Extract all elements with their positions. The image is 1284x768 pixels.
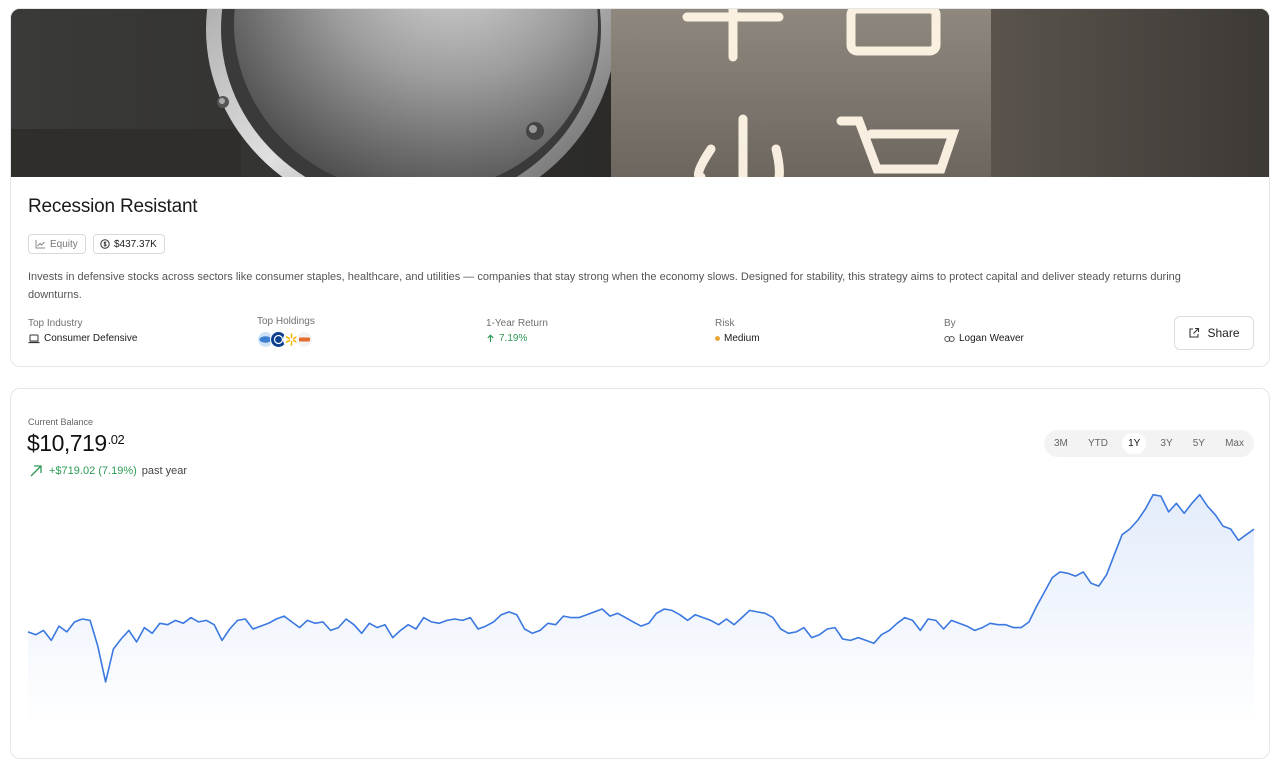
line-chart-icon: [35, 240, 45, 249]
balance-chart: [27, 493, 1255, 727]
current-balance-label: Current Balance: [28, 417, 94, 427]
one-year-return-value-row: 7.19%: [486, 333, 548, 344]
holdings-logos: [257, 331, 315, 348]
arrow-up-icon: [487, 334, 494, 342]
top-holdings: Top Holdings: [257, 316, 315, 348]
balance-dollars: $10,719: [27, 430, 107, 456]
balance-card: Current Balance $10,719 .02 +$719.02 (7.…: [10, 388, 1270, 759]
range-max[interactable]: Max: [1219, 433, 1250, 454]
brand-logo-icon: [299, 337, 310, 342]
balance-cents: .02: [107, 432, 125, 447]
risk-value-row: Medium: [715, 333, 760, 344]
holding-logo-4[interactable]: [296, 331, 313, 348]
trend-up-arrow-icon: [30, 465, 42, 477]
aum-tag: $437.37K: [93, 234, 165, 254]
author-value-row[interactable]: Logan Weaver: [944, 333, 1024, 344]
one-year-return: 1-Year Return 7.19%: [486, 318, 548, 344]
range-3y[interactable]: 3Y: [1154, 433, 1178, 454]
asset-class-label: Equity: [50, 238, 78, 250]
change-period: past year: [141, 465, 188, 477]
top-holdings-label: Top Holdings: [257, 316, 315, 327]
top-industry-label: Top Industry: [28, 318, 83, 329]
link-icon: [944, 335, 955, 342]
range-3m[interactable]: 3M: [1048, 433, 1074, 454]
shield-and-shopping-illustration: [11, 9, 1269, 177]
external-link-icon: [1189, 327, 1200, 338]
balance-area: [28, 494, 1254, 727]
one-year-return-value: 7.19%: [499, 333, 528, 344]
current-balance-value: $10,719 .02: [27, 430, 125, 457]
author-name[interactable]: Logan Weaver: [959, 333, 1024, 344]
share-button[interactable]: Share: [1174, 316, 1254, 350]
hero-image: [11, 9, 1269, 177]
laptop-icon: [28, 334, 40, 343]
range-5y[interactable]: 5Y: [1187, 433, 1211, 454]
top-industry-value-row: Consumer Defensive: [28, 333, 137, 344]
balance-change: +$719.02 (7.19%) past year: [29, 464, 187, 478]
range-1y[interactable]: 1Y: [1122, 433, 1147, 454]
one-year-return-label: 1-Year Return: [486, 318, 548, 329]
aum-label: $437.37K: [114, 238, 157, 250]
risk-value: Medium: [724, 333, 760, 344]
strategy-title: Recession Resistant: [28, 196, 198, 217]
share-label: Share: [1207, 326, 1240, 340]
asset-class-tag: Equity: [28, 234, 86, 254]
time-range-selector: 3M YTD 1Y 3Y 5Y Max: [1044, 430, 1254, 457]
risk-level-dot: [715, 336, 720, 341]
author: By Logan Weaver: [944, 318, 1024, 344]
strategy-description: Invests in defensive stocks across secto…: [28, 271, 1181, 301]
top-industry: Top Industry Consumer Defensive: [28, 318, 137, 344]
risk-label: Risk: [715, 318, 735, 329]
change-amount: +$719.02 (7.19%): [49, 465, 137, 477]
risk: Risk Medium: [715, 318, 760, 344]
dollar-coin-icon: [100, 239, 110, 249]
author-label: By: [944, 318, 956, 329]
range-ytd[interactable]: YTD: [1082, 433, 1114, 454]
strategy-card: Recession Resistant Equity $437.37K Inve…: [10, 8, 1270, 367]
top-industry-value: Consumer Defensive: [44, 333, 138, 344]
